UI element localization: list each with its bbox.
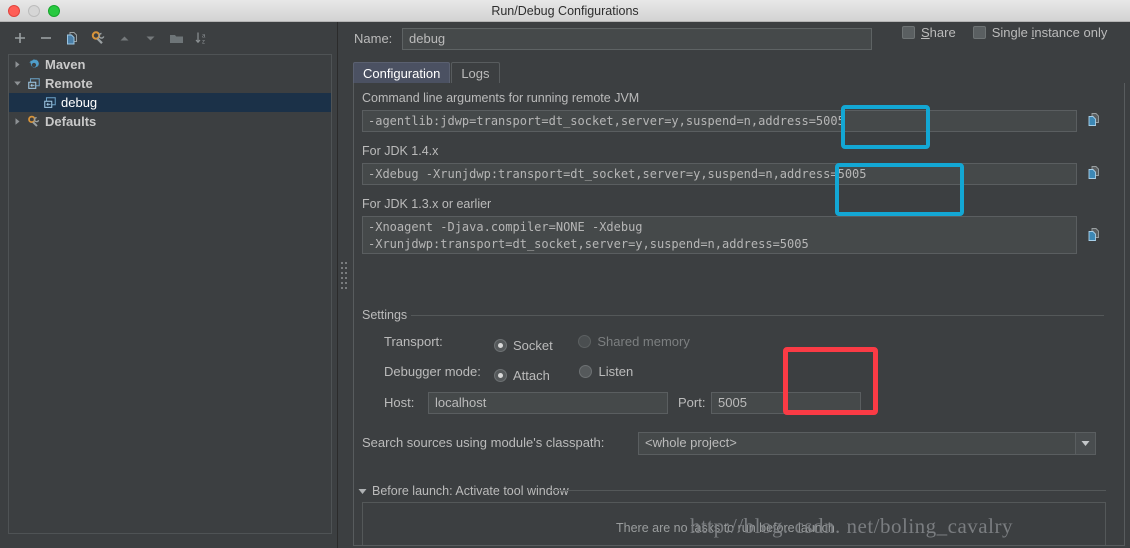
config-flags: Share Single instance only: [902, 25, 1107, 40]
transport-shared-memory-label: Shared memory: [597, 334, 689, 349]
chevron-down-icon[interactable]: [9, 79, 25, 88]
remote-icon: [41, 96, 59, 110]
add-button[interactable]: [10, 28, 30, 48]
jvm-args-label: Command line arguments for running remot…: [362, 91, 639, 105]
transport-shared-memory-option: Shared memory: [578, 334, 689, 349]
window-titlebar: Run/Debug Configurations: [0, 0, 1130, 22]
before-launch-rule: [550, 490, 1106, 491]
editor-tabs: Configuration Logs: [353, 62, 501, 83]
transport-socket-option[interactable]: Socket: [494, 338, 553, 353]
jdk14-field[interactable]: -Xdebug -Xrunjdwp:transport=dt_socket,se…: [362, 163, 1077, 185]
transport-socket-label: Socket: [513, 338, 553, 353]
settings-group-rule: [411, 315, 1104, 316]
move-up-button[interactable]: [114, 28, 134, 48]
configuration-editor-pane: Name: debug Share Single instance only C…: [349, 22, 1130, 548]
window-title: Run/Debug Configurations: [0, 0, 1130, 22]
svg-text:z: z: [202, 40, 205, 46]
edit-templates-button[interactable]: [88, 28, 108, 48]
configurations-tree-pane: a z Maven: [0, 22, 338, 548]
name-label: Name:: [354, 31, 392, 46]
tree-toolbar: a z: [0, 22, 338, 52]
before-launch-toggle[interactable]: Before launch: Activate tool window: [358, 484, 569, 498]
move-down-button[interactable]: [140, 28, 160, 48]
share-checkbox-item[interactable]: Share: [902, 25, 956, 40]
jdk13-field[interactable]: -Xnoagent -Djava.compiler=NONE -Xdebug -X…: [362, 216, 1077, 254]
debugger-mode-options: Attach Listen: [494, 364, 633, 383]
debugger-mode-row: Debugger mode:: [384, 364, 481, 379]
tree-node-label: Maven: [43, 55, 85, 74]
maven-gear-icon: [25, 58, 43, 72]
defaults-wrench-icon: [25, 115, 43, 129]
before-launch-title: Before launch: Activate tool window: [372, 484, 569, 498]
radio-listen[interactable]: [579, 365, 592, 378]
name-input[interactable]: debug: [402, 28, 872, 50]
remote-icon: [25, 77, 43, 91]
host-label: Host:: [384, 395, 414, 410]
create-folder-button[interactable]: [166, 28, 186, 48]
configurations-tree[interactable]: Maven Remote: [8, 54, 332, 534]
radio-shared-memory: [578, 335, 591, 348]
settings-group-label: Settings: [362, 308, 407, 322]
jdk13-line-2: -Xrunjdwp:transport=dt_socket,server=y,s…: [368, 237, 809, 251]
sort-configurations-button[interactable]: a z: [192, 28, 212, 48]
jdk14-label: For JDK 1.4.x: [362, 144, 438, 158]
transport-row: Transport:: [384, 334, 443, 349]
copy-configuration-button[interactable]: [62, 28, 82, 48]
copy-jdk13-button[interactable]: [1084, 225, 1104, 245]
watermark-text: http://blog. csdn. net/boling_cavalry: [690, 514, 1013, 539]
debugger-mode-listen-option[interactable]: Listen: [579, 364, 633, 379]
configuration-tab-content: Command line arguments for running remot…: [353, 83, 1125, 546]
chevron-down-icon[interactable]: [358, 484, 367, 498]
debugger-mode-attach-label: Attach: [513, 368, 550, 383]
splitter-grip: [341, 262, 347, 290]
tree-node-label: Remote: [43, 74, 93, 93]
radio-socket[interactable]: [494, 339, 507, 352]
tree-node-label: Defaults: [43, 112, 96, 131]
debugger-mode-label: Debugger mode:: [384, 364, 481, 379]
copy-jvm-args-button[interactable]: [1084, 110, 1104, 130]
chevron-right-icon[interactable]: [9, 117, 25, 126]
tree-node-label: debug: [59, 93, 97, 112]
chevron-down-icon[interactable]: [1075, 433, 1095, 454]
chevron-right-icon[interactable]: [9, 60, 25, 69]
transport-label: Transport:: [384, 334, 443, 349]
tree-node-maven[interactable]: Maven: [9, 55, 331, 74]
debugger-mode-attach-option[interactable]: Attach: [494, 368, 550, 383]
pane-splitter[interactable]: [339, 22, 349, 548]
classpath-value: <whole project>: [645, 433, 737, 453]
share-checkbox[interactable]: [902, 26, 915, 39]
single-instance-checkbox[interactable]: [973, 26, 986, 39]
tree-node-remote[interactable]: Remote: [9, 74, 331, 93]
single-instance-label: Single instance only: [992, 25, 1108, 40]
port-input[interactable]: 5005: [711, 392, 861, 414]
debugger-mode-listen-label: Listen: [598, 364, 633, 379]
host-input[interactable]: localhost: [428, 392, 668, 414]
remove-button[interactable]: [36, 28, 56, 48]
tab-logs[interactable]: Logs: [451, 62, 499, 83]
radio-attach[interactable]: [494, 369, 507, 382]
transport-options: Socket Shared memory: [494, 334, 690, 353]
tree-node-debug[interactable]: debug: [9, 93, 331, 112]
tree-node-defaults[interactable]: Defaults: [9, 112, 331, 131]
classpath-label: Search sources using module's classpath:: [362, 435, 604, 450]
single-instance-checkbox-item[interactable]: Single instance only: [973, 25, 1108, 40]
jvm-args-field[interactable]: -agentlib:jdwp=transport=dt_socket,serve…: [362, 110, 1077, 132]
jdk13-label: For JDK 1.3.x or earlier: [362, 197, 491, 211]
share-label: Share: [921, 25, 956, 40]
run-debug-configurations-window: Run/Debug Configurations: [0, 0, 1130, 548]
jdk13-line-1: -Xnoagent -Djava.compiler=NONE -Xdebug: [368, 220, 643, 234]
tab-configuration[interactable]: Configuration: [353, 62, 450, 83]
classpath-combo[interactable]: <whole project>: [638, 432, 1096, 455]
copy-jdk14-button[interactable]: [1084, 163, 1104, 183]
port-label: Port:: [678, 395, 705, 410]
